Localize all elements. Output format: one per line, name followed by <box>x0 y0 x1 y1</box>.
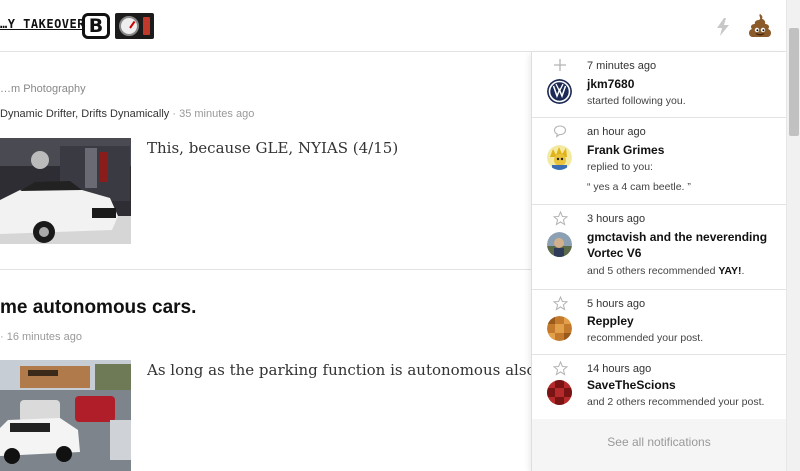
post-feed: …m Photography Dynamic Drifter, Drifts D… <box>0 53 531 471</box>
post-excerpt[interactable]: As long as the parking function is auton… <box>147 361 531 379</box>
notification-quote[interactable]: “ yes a 4 cam beetle. ” <box>587 181 691 193</box>
star-icon <box>552 210 568 227</box>
gauge-bar <box>143 17 150 35</box>
post-timestamp[interactable]: 35 minutes ago <box>179 108 254 120</box>
notification-item[interactable]: 7 minutes ago jkm7680 started following … <box>532 52 786 118</box>
notification-user[interactable]: Frank Grimes <box>587 142 777 158</box>
cartoon-avatar[interactable] <box>547 145 572 170</box>
notification-time: an hour ago <box>587 126 646 138</box>
notification-item[interactable]: 14 hours ago SaveTheScions and 2 others … <box>532 355 786 419</box>
notification-time: 7 minutes ago <box>587 60 657 72</box>
post-thumbnail-car[interactable] <box>0 138 131 244</box>
notification-action: recommended your post. <box>587 332 704 344</box>
notifications-dropdown: 7 minutes ago jkm7680 started following … <box>531 52 786 471</box>
notification-user[interactable]: SaveTheScions <box>587 377 777 393</box>
post-thumbnail-parking-lot[interactable] <box>0 360 131 471</box>
notification-action: started following you. <box>587 95 686 107</box>
photo-avatar[interactable] <box>547 232 572 257</box>
notification-action-suffix: . <box>741 265 745 277</box>
author-link[interactable]: Dynamic Drifter, Drifts Dynamically <box>0 108 169 120</box>
notification-post-link[interactable]: YAY! <box>718 265 741 277</box>
notification-item[interactable]: 5 hours ago Repp­ley recommended your po… <box>532 290 786 355</box>
notification-action-text: and 5 others recommended <box>587 265 719 277</box>
vw-logo-avatar[interactable] <box>547 79 572 104</box>
notification-item[interactable]: 3 hours ago gmctavish and the neverendin… <box>532 205 786 290</box>
page-scrollbar[interactable] <box>786 0 800 471</box>
notification-action: and 5 others recommended YAY!. <box>587 265 744 277</box>
gauge-logo-icon[interactable] <box>115 13 154 39</box>
notification-user[interactable]: jkm7680 <box>587 76 777 92</box>
star-icon <box>552 360 568 377</box>
notification-time: 14 hours ago <box>587 363 652 375</box>
notification-item[interactable]: an hour ago Frank Grimes replied to you:… <box>532 118 786 205</box>
site-logo-b-badge[interactable]: B <box>82 13 110 39</box>
post-divider <box>0 269 531 270</box>
post-byline: Dynamic Drifter, Drifts Dynamically · 35… <box>0 108 254 120</box>
notification-time: 5 hours ago <box>587 298 646 310</box>
gauge-dial <box>119 16 139 36</box>
notification-user[interactable]: Repp­ley <box>587 313 777 329</box>
pixel-avatar-orange[interactable] <box>547 316 572 341</box>
byline-separator: · <box>169 108 180 120</box>
top-header: …Y TAKEOVER B <box>0 0 786 52</box>
lightning-bolt-icon[interactable] <box>716 18 730 36</box>
notification-user[interactable]: gmctavish and the neverending Vortec V6 <box>587 229 777 261</box>
plus-icon <box>552 58 568 74</box>
site-logo-text[interactable]: …Y TAKEOVER <box>0 17 85 31</box>
blog-name[interactable]: …m Photography <box>0 83 86 95</box>
post-excerpt[interactable]: This, because GLE, NYIAS (4/15) <box>147 139 398 157</box>
post-title[interactable]: me autonomous cars. <box>0 297 196 319</box>
poop-emoji-icon[interactable] <box>746 12 774 40</box>
pixel-avatar-red[interactable] <box>547 380 572 405</box>
notification-action: replied to you: <box>587 161 653 173</box>
notification-action: and 2 others recommended your post. <box>587 396 765 408</box>
see-all-notifications-link[interactable]: See all notifications <box>532 419 786 471</box>
post-timestamp[interactable]: · 16 minutes ago <box>0 331 82 343</box>
notification-time: 3 hours ago <box>587 213 646 225</box>
comment-bubble-icon <box>552 124 568 140</box>
star-icon <box>552 295 568 312</box>
scrollbar-thumb[interactable] <box>789 28 799 136</box>
